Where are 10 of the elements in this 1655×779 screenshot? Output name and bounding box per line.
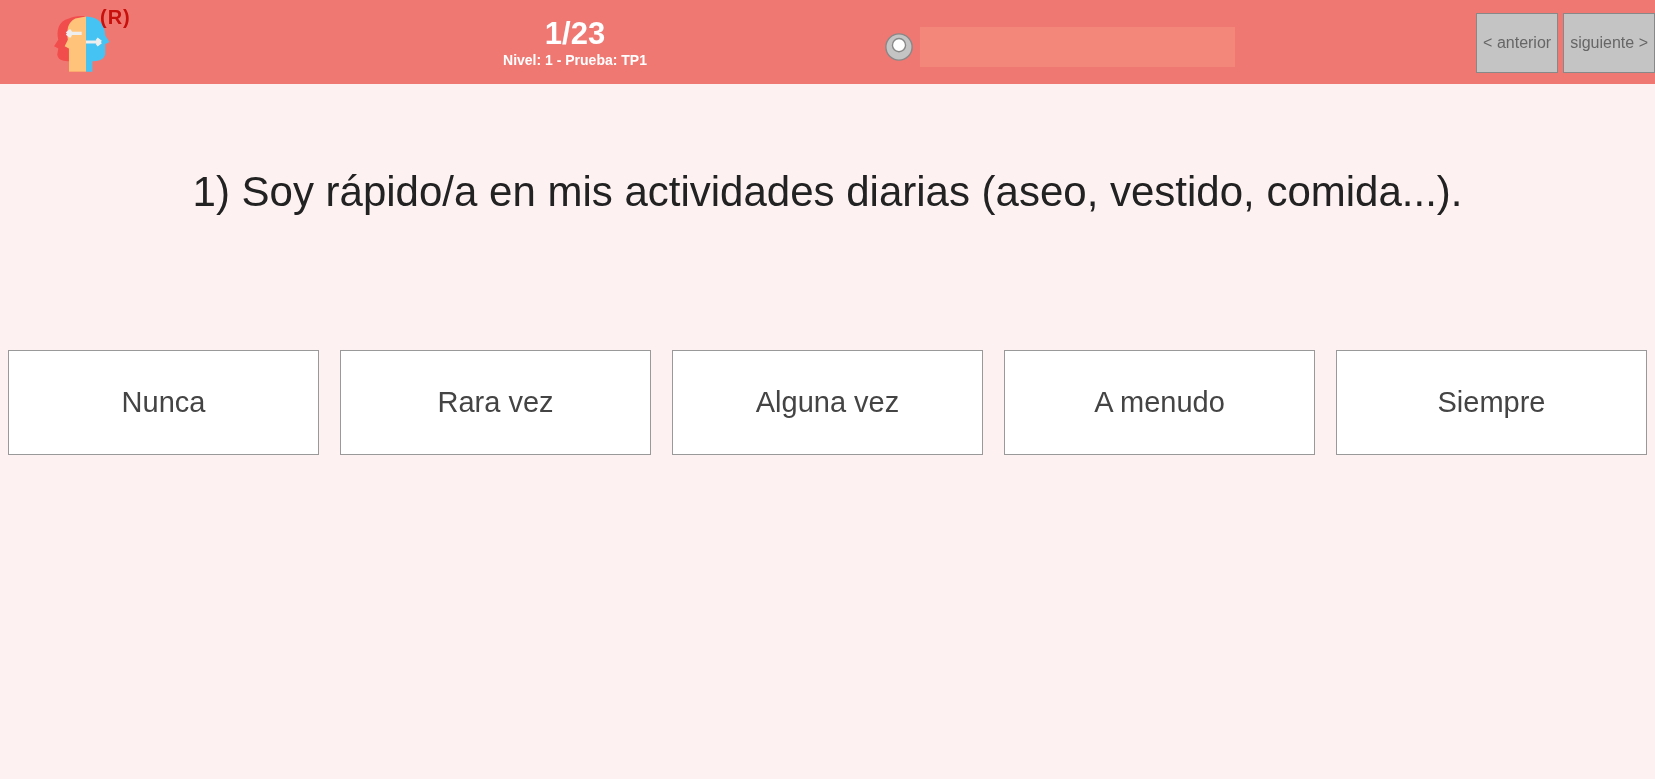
logo-mark: (R) bbox=[100, 6, 131, 29]
answer-option[interactable]: Rara vez bbox=[340, 350, 651, 455]
answer-option[interactable]: Siempre bbox=[1336, 350, 1647, 455]
question-text: 1) Soy rápido/a en mis actividades diarias (aseo, vestido, comida...). bbox=[191, 168, 1464, 216]
answer-option[interactable]: Alguna vez bbox=[672, 350, 983, 455]
answer-option[interactable]: Nunca bbox=[8, 350, 319, 455]
test-subtitle: Nivel: 1 - Prueba: TP1 bbox=[502, 52, 648, 68]
user-avatar-icon bbox=[883, 32, 915, 62]
progress-counter: 1/23 bbox=[543, 16, 607, 52]
answer-option[interactable]: A menudo bbox=[1004, 350, 1315, 455]
